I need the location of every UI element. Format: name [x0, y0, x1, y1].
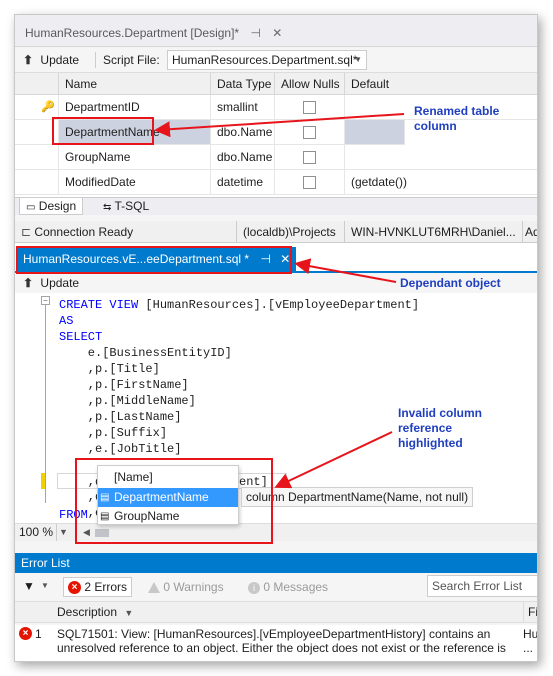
table-row-default[interactable]	[345, 145, 537, 170]
info-icon: i	[248, 581, 260, 594]
col-header-type[interactable]: Data Type	[211, 73, 275, 95]
code-line: CREATE VIEW [HumanResources].[vEmployeeD…	[59, 298, 420, 312]
row-header[interactable]	[15, 170, 59, 195]
sort-chevron-icon: ▼	[124, 608, 134, 618]
annotation-invalid: Invalid column reference highlighted	[398, 406, 483, 450]
code-line: ,e.[JobTitle]	[59, 442, 182, 456]
table-row-name[interactable]: GroupName	[59, 145, 211, 170]
tsql-icon: ⇆	[103, 202, 112, 213]
code-line: ,p.[Suffix]	[59, 426, 168, 440]
zoom-chevron-icon[interactable]: ▼	[59, 524, 68, 541]
toolbar-divider	[95, 52, 96, 68]
grid-corner	[15, 73, 59, 95]
annotation-renamed: Renamed table column	[414, 104, 500, 133]
allow-nulls-checkbox[interactable]	[303, 101, 316, 115]
connection-status: ⊏ Connection Ready	[15, 221, 237, 243]
tab-design[interactable]: ▭ Design	[19, 198, 84, 215]
col-header-name[interactable]: Name	[59, 73, 211, 95]
connection-status-bar: ⊏ Connection Ready (localdb)\Projects WI…	[15, 221, 537, 243]
designer-tab-title: HumanResources.Department [Design]*	[25, 26, 240, 40]
error-row[interactable]: × 1 SQL71501: View: [HumanResources].[vE…	[15, 625, 538, 661]
code-line: AS	[59, 314, 74, 328]
update-arrow-icon: ⬆	[23, 53, 34, 67]
collapse-icon[interactable]: −	[41, 296, 50, 305]
warnings-filter-button[interactable]: 0 Warnings	[143, 577, 229, 597]
messages-filter-button[interactable]: i 0 Messages	[243, 577, 333, 597]
designer-tab-bar: HumanResources.Department [Design]* ⊣ ✕	[15, 15, 537, 47]
code-line: ,p.[FirstName]	[59, 378, 189, 392]
script-file-label: Script File:	[103, 53, 160, 67]
error-number: 1	[35, 627, 42, 641]
design-icon: ▭	[26, 202, 36, 213]
allow-nulls-checkbox[interactable]	[303, 151, 316, 165]
table-row-type[interactable]: smallint	[211, 95, 275, 120]
tab-tsql[interactable]: ⇆ T-SQL	[97, 198, 155, 215]
change-marker	[41, 473, 45, 489]
update-button[interactable]: ⬆ Update	[23, 51, 79, 69]
allow-nulls-cell	[275, 95, 345, 120]
row-header[interactable]	[15, 145, 59, 170]
table-row-type[interactable]: dbo.Name	[211, 120, 275, 145]
table-row-default[interactable]	[345, 120, 405, 145]
table-row-type[interactable]: dbo.Name	[211, 145, 275, 170]
plug-icon: ⊏	[21, 225, 32, 239]
allow-nulls-checkbox[interactable]	[303, 176, 316, 190]
highlight-dependant-object	[16, 246, 292, 274]
script-file-dropdown[interactable]: HumanResources.Department.sql* ▼	[167, 50, 367, 70]
outline-line	[45, 303, 46, 503]
error-icon: ×	[19, 627, 32, 640]
allow-nulls-checkbox[interactable]	[303, 126, 316, 140]
chevron-down-icon: ▼	[354, 55, 362, 64]
error-list-columns: Description ▼ Fi	[15, 601, 537, 623]
designer-view-tabs: ▭ Design ⇆ T-SQL	[15, 197, 537, 215]
close-icon[interactable]: ✕	[272, 26, 282, 40]
col-header-default[interactable]: Default	[345, 73, 537, 95]
annotation-dependant: Dependant object	[400, 276, 501, 290]
error-file: Hu	[523, 627, 538, 641]
code-line: ,p.[Title]	[59, 362, 160, 376]
filter-chevron-icon[interactable]: ▼	[41, 581, 49, 590]
error-list-header: Error List	[15, 553, 537, 573]
warning-icon	[148, 582, 160, 594]
table-row-default[interactable]: (getdate())	[345, 170, 537, 195]
code-line: SELECT	[59, 330, 103, 344]
table-row-name[interactable]: ModifiedDate	[59, 170, 211, 195]
error-description-line2: unresolved reference to an object. Eithe…	[57, 641, 506, 655]
col-header-file[interactable]: Fi	[523, 602, 537, 622]
update-arrow-icon: ⬆	[23, 276, 34, 290]
error-description-line1: SQL71501: View: [HumanResources].[vEmplo…	[57, 627, 491, 641]
designer-doc-tab[interactable]: HumanResources.Department [Design]* ⊣ ✕	[17, 21, 291, 45]
col-header-nulls[interactable]: Allow Nulls	[275, 73, 345, 95]
allow-nulls-cell	[275, 170, 345, 195]
allow-nulls-cell	[275, 120, 345, 145]
pin-icon[interactable]: ⊣	[250, 26, 260, 40]
error-icon: ×	[68, 581, 81, 595]
allow-nulls-cell	[275, 145, 345, 170]
designer-toolbar: ⬆ Update Script File: HumanResources.Dep…	[15, 47, 537, 73]
filter-icon[interactable]: ▼	[23, 579, 35, 593]
editor-gutter	[15, 293, 41, 523]
completion-tooltip: column DepartmentName(Name, not null)	[241, 487, 473, 507]
code-line: e.[BusinessEntityID]	[59, 346, 232, 360]
user-name: WIN-HVNKLUT6MRH\Daniel...	[345, 221, 523, 243]
status-extra: Ad	[525, 225, 537, 239]
errors-filter-button[interactable]: × 2 Errors	[63, 577, 133, 597]
highlight-invalid-reference	[75, 458, 273, 544]
code-line: ,p.[LastName]	[59, 410, 182, 424]
col-header-description[interactable]: Description ▼	[57, 602, 133, 623]
error-file-more: ...	[523, 641, 534, 655]
error-search-input[interactable]: Search Error List	[427, 575, 537, 597]
server-name: (localdb)\Projects	[237, 221, 345, 243]
code-line: ,p.[MiddleName]	[59, 394, 196, 408]
error-list-toolbar: ▼ ▼ × 2 Errors 0 Warnings i 0 Messages S…	[15, 573, 537, 601]
highlight-renamed-column	[52, 117, 154, 145]
table-row-type[interactable]: datetime	[211, 170, 275, 195]
update-button[interactable]: ⬆ Update	[23, 275, 79, 291]
zoom-level[interactable]: 100 %	[19, 524, 57, 541]
